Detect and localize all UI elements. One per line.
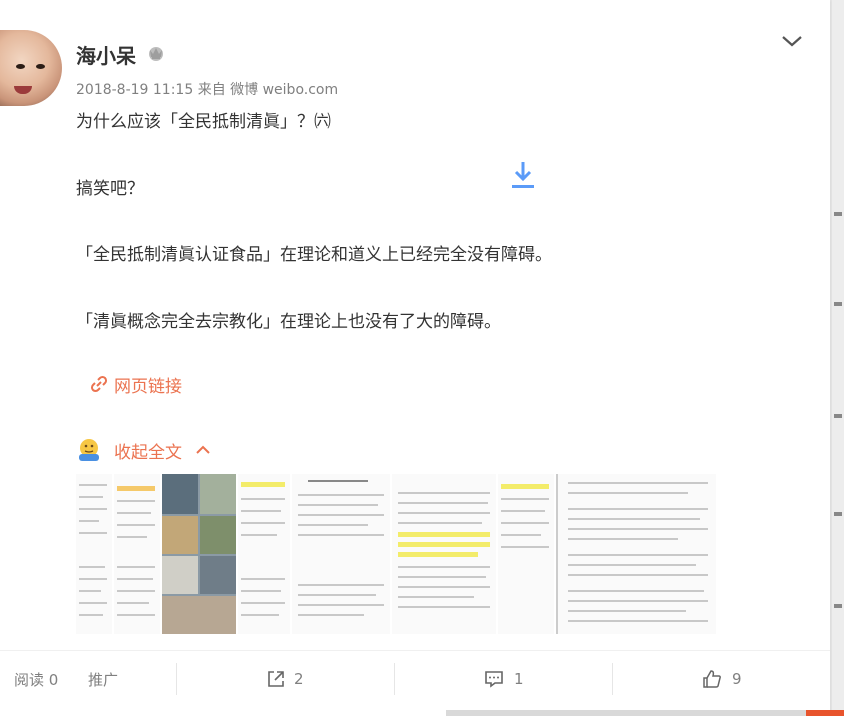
image-thumbnail[interactable] xyxy=(498,474,554,634)
scrollbar-tick xyxy=(834,512,842,516)
web-link[interactable]: 网页链接 xyxy=(90,372,182,397)
divider xyxy=(394,663,395,695)
image-thumbnail[interactable] xyxy=(392,474,496,634)
like-button[interactable]: 9 xyxy=(702,651,742,707)
download-icon[interactable] xyxy=(510,160,536,190)
comment-icon xyxy=(485,671,503,688)
post-line: 为什么应该「全民抵制清眞」？㈥ xyxy=(76,112,331,132)
post-line: 「清眞概念完全去宗教化」在理论上也没有了大的障碍。 xyxy=(76,312,501,332)
image-thumbnail[interactable] xyxy=(556,474,716,634)
read-count: 阅读 0 xyxy=(14,670,59,689)
divider xyxy=(176,663,177,695)
chevron-up-icon xyxy=(196,445,210,454)
vip-crown-icon[interactable] xyxy=(146,43,166,63)
like-count: 9 xyxy=(732,670,742,688)
image-thumbnail[interactable] xyxy=(292,474,390,634)
collapse-label: 收起全文 xyxy=(114,442,182,463)
chevron-down-icon[interactable] xyxy=(780,30,804,52)
share-count: 2 xyxy=(294,670,304,688)
like-icon xyxy=(703,670,721,688)
bottom-strip xyxy=(446,710,814,716)
image-thumbnail[interactable] xyxy=(238,474,290,634)
avatar[interactable] xyxy=(0,30,62,106)
emoji-icon xyxy=(79,439,99,461)
scrollbar-tick xyxy=(834,302,842,306)
promote-button[interactable]: 推广 xyxy=(88,651,118,707)
web-link-label: 网页链接 xyxy=(114,376,182,397)
scrollbar-tick xyxy=(834,604,842,608)
share-icon xyxy=(268,671,284,687)
divider xyxy=(612,663,613,695)
post-meta: 2018-8-19 11:15 来自 微博 weibo.com xyxy=(76,82,339,98)
link-icon xyxy=(90,375,108,393)
scrollbar-tick xyxy=(834,212,842,216)
avatar-eye xyxy=(36,64,45,69)
avatar-mouth xyxy=(14,86,32,94)
image-thumbnail[interactable] xyxy=(114,474,160,634)
share-button[interactable]: 2 xyxy=(266,651,304,707)
scrollbar-tick xyxy=(834,414,842,418)
action-bar: 阅读 0 推广 2 1 9 xyxy=(0,650,830,707)
weibo-post-card: 海小呆 2018-8-19 11:15 来自 微博 weibo.com 为什么应… xyxy=(0,0,830,716)
post-line: 搞笑吧？ xyxy=(76,179,144,199)
comment-button[interactable]: 1 xyxy=(484,651,524,707)
username[interactable]: 海小呆 xyxy=(76,40,136,69)
avatar-eye xyxy=(16,64,25,69)
image-thumbnail[interactable] xyxy=(76,474,112,634)
scrollbar[interactable] xyxy=(832,0,844,716)
bottom-indicator xyxy=(806,710,844,716)
collapse-full-text[interactable]: 收起全文 xyxy=(76,435,210,465)
post-line: 「全民抵制清眞认证食品」在理论和道义上已经完全没有障碍。 xyxy=(76,245,552,265)
comment-count: 1 xyxy=(514,670,524,688)
image-thumbnail[interactable] xyxy=(162,474,236,634)
image-thumbnail-strip xyxy=(76,474,730,634)
